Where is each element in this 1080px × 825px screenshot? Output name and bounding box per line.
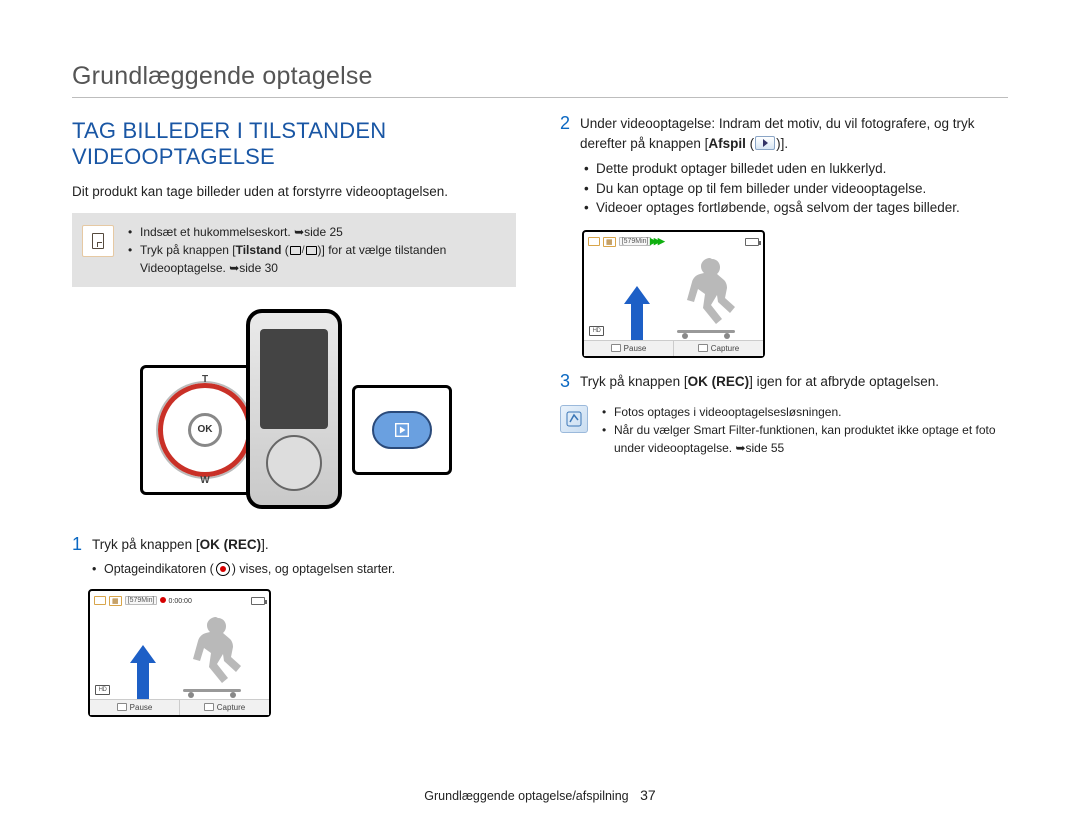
prereq-item: Indsæt et hukommelseskort. ➥side 25	[126, 223, 502, 241]
note-box: Fotos optages i videooptagelsesløsningen…	[560, 403, 1004, 457]
prereq-text: Tryk på knappen [	[140, 243, 236, 257]
capture-softkey: Capture	[179, 700, 269, 715]
battery-icon	[251, 597, 265, 605]
intro-text: Dit produkt kan tage billeder uden at fo…	[72, 184, 516, 199]
step2-bullets: Dette produkt optager billedet uden en l…	[582, 159, 1004, 218]
softkey-icon	[117, 703, 127, 711]
play-button-icon	[372, 411, 432, 449]
arrow-up-icon	[130, 645, 156, 701]
step-bold: OK (REC)	[688, 374, 750, 389]
step1-bullets: Optageindikatoren ( ) vises, og optagelse…	[90, 560, 516, 578]
step-number: 1	[72, 535, 82, 553]
page-footer: Grundlæggende optagelse/afspilning 37	[0, 787, 1080, 803]
mode-video-photo-icon: /	[290, 243, 317, 258]
zoom-wide-label: W	[200, 475, 209, 486]
folder-icon	[94, 596, 106, 605]
softkey-icon	[698, 344, 708, 352]
record-indicator-icon	[216, 562, 230, 576]
step-text: ] igen for at afbryde optagelsen.	[749, 374, 939, 389]
step-number: 3	[560, 372, 570, 390]
hd-badge: HD	[95, 685, 110, 695]
list-item: Dette produkt optager billedet uden en l…	[582, 159, 1004, 179]
list-item: Videoer optages fortløbende, også selvom…	[582, 198, 1004, 218]
softkey-label: Capture	[711, 344, 739, 353]
time-remaining: [579Min]	[619, 237, 652, 246]
note-text: Når du vælger Smart Filter-funktionen, k…	[614, 423, 996, 455]
prereq-bold: Tilstand	[236, 243, 282, 257]
note-list: Fotos optages i videooptagelsesløsningen…	[600, 403, 1004, 457]
prereq-item: Tryk på knappen [Tilstand (/)] for at væ…	[126, 241, 502, 277]
page-ref: ➥side 55	[735, 441, 784, 455]
prereq-text: (	[281, 243, 288, 257]
rec-dot-icon	[160, 597, 166, 603]
section-title: TAG BILLEDER I TILSTANDEN VIDEOOPTAGELSE	[72, 118, 516, 170]
ok-button-label: OK	[188, 413, 222, 447]
memory-card-icon	[82, 225, 114, 257]
hd-badge: HD	[589, 326, 604, 336]
prerequisite-box: Indsæt et hukommelseskort. ➥side 25 Tryk…	[72, 213, 516, 287]
step-text: ) vises, og optagelsen starter.	[232, 562, 395, 576]
pause-softkey: Pause	[90, 700, 179, 715]
softkey-label: Capture	[217, 703, 245, 712]
step-text: ].	[261, 537, 269, 552]
play-icon	[755, 136, 775, 150]
time-remaining: [579Min]	[125, 596, 158, 605]
step-bold: Afspil	[708, 136, 746, 151]
arrow-up-icon	[624, 286, 650, 342]
lcd-screenshot-recording: ▦ [579Min] 0:00:00 HD Pause Capture	[88, 589, 271, 717]
step-number: 2	[560, 114, 570, 132]
battery-icon	[745, 238, 759, 246]
step-3: 3 Tryk på knappen [OK (REC)] igen for at…	[560, 372, 1004, 392]
capture-softkey: Capture	[673, 341, 763, 356]
device-illustration: OK T W	[72, 299, 516, 519]
left-column: TAG BILLEDER I TILSTANDEN VIDEOOPTAGELSE…	[72, 118, 516, 725]
step-2: 2 Under videooptagelse: Indram det motiv…	[560, 114, 1004, 153]
skateboarder-figure	[175, 615, 255, 699]
pause-softkey: Pause	[584, 341, 673, 356]
skateboarder-figure	[669, 256, 749, 340]
step-1: 1 Tryk på knappen [OK (REC)].	[72, 535, 516, 555]
resolution-badge: ▦	[109, 596, 122, 606]
footer-chapter: Grundlæggende optagelse/afspilning	[424, 789, 628, 803]
camcorder-device	[246, 309, 342, 509]
resolution-badge: ▦	[603, 237, 616, 247]
list-item: Når du vælger Smart Filter-funktionen, k…	[600, 421, 1004, 457]
step-text: Optageindikatoren (	[104, 562, 214, 576]
lcd-screenshot-playpause: ▦ [579Min] ▶▶▶ HD Pause Capture	[582, 230, 765, 358]
right-column: 2 Under videooptagelse: Indram det motiv…	[560, 118, 1004, 725]
step-text: (	[746, 136, 754, 151]
list-item: Fotos optages i videooptagelsesløsningen…	[600, 403, 1004, 421]
list-item: Du kan optage op til fem billeder under …	[582, 179, 1004, 199]
softkey-icon	[611, 344, 621, 352]
page-number: 37	[640, 787, 656, 803]
softkey-icon	[204, 703, 214, 711]
rec-time: 0:00:00	[160, 597, 191, 605]
prereq-text: Indsæt et hukommelseskort.	[140, 225, 294, 239]
page-ref: ➥side 25	[294, 225, 343, 239]
step-bold: OK (REC)	[200, 537, 262, 552]
step-text: Tryk på knappen [	[92, 537, 200, 552]
folder-icon	[588, 237, 600, 246]
note-icon	[560, 405, 588, 433]
softkey-label: Pause	[130, 703, 153, 712]
page-header: Grundlæggende optagelse	[72, 62, 1008, 91]
list-item: Optageindikatoren ( ) vises, og optagelse…	[90, 560, 516, 578]
fast-forward-icon: ▶▶▶	[650, 236, 662, 247]
play-button-callout	[352, 385, 452, 475]
page-ref: ➥side 30	[229, 261, 278, 275]
header-divider	[72, 97, 1008, 98]
softkey-label: Pause	[624, 344, 647, 353]
step-text: Tryk på knappen [	[580, 374, 688, 389]
zoom-tele-label: T	[202, 374, 208, 385]
step-text: )].	[776, 136, 788, 151]
prereq-list: Indsæt et hukommelseskort. ➥side 25 Tryk…	[126, 223, 502, 277]
